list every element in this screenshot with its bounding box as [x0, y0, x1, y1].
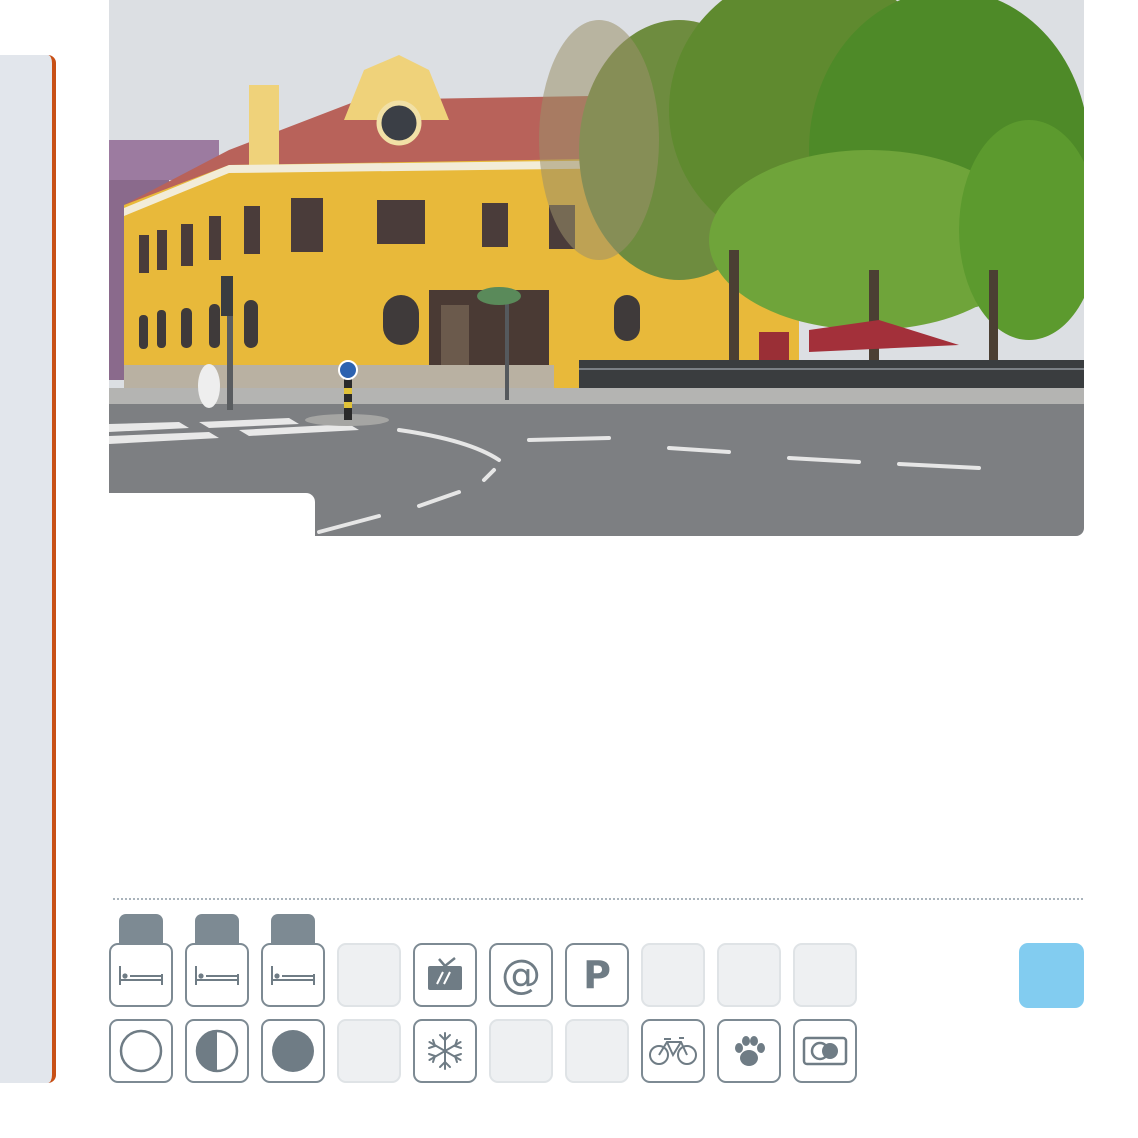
- hotel-photo: [109, 0, 1084, 536]
- bed-count-tab: [195, 914, 239, 946]
- circle-empty-icon: [119, 1029, 163, 1073]
- circle-full-icon: [271, 1029, 315, 1073]
- bed-count-tab: [271, 914, 315, 946]
- bed-icon: [270, 964, 316, 986]
- amenity-air-conditioning: [413, 1019, 477, 1083]
- amenity-empty: [337, 943, 401, 1007]
- bicycle-icon: [648, 1036, 698, 1066]
- amenity-bed: [109, 943, 173, 1007]
- amenity-empty: [565, 1019, 629, 1083]
- amenity-empty: [793, 943, 857, 1007]
- amenity-rating-low: [109, 1019, 173, 1083]
- photo-label-tab: [109, 493, 315, 536]
- parking-icon: P: [583, 953, 611, 997]
- amenity-bicycle: [641, 1019, 705, 1083]
- paw-icon: [731, 1034, 767, 1068]
- amenity-bed: [185, 943, 249, 1007]
- amenity-tv: [413, 943, 477, 1007]
- snowflake-icon: [425, 1031, 465, 1071]
- amenity-card-payment: [793, 1019, 857, 1083]
- amenity-bed: [261, 943, 325, 1007]
- circle-half-icon: [195, 1029, 239, 1073]
- amenity-rating-high: [261, 1019, 325, 1083]
- amenity-empty: [641, 943, 705, 1007]
- credit-card-icon: [802, 1035, 848, 1067]
- amenity-empty: [337, 1019, 401, 1083]
- category-color-badge: [1019, 943, 1084, 1008]
- tv-icon: [425, 957, 465, 993]
- at-sign-icon: @: [501, 952, 541, 998]
- bed-count-tab: [119, 914, 163, 946]
- amenity-empty: [489, 1019, 553, 1083]
- bed-icon: [194, 964, 240, 986]
- amenity-empty: [717, 943, 781, 1007]
- amenity-rating-mid: [185, 1019, 249, 1083]
- side-panel: [0, 55, 56, 1083]
- amenity-internet: @: [489, 943, 553, 1007]
- dotted-separator: [113, 898, 1083, 900]
- bed-icon: [118, 964, 164, 986]
- amenity-parking: P: [565, 943, 629, 1007]
- amenity-pets: [717, 1019, 781, 1083]
